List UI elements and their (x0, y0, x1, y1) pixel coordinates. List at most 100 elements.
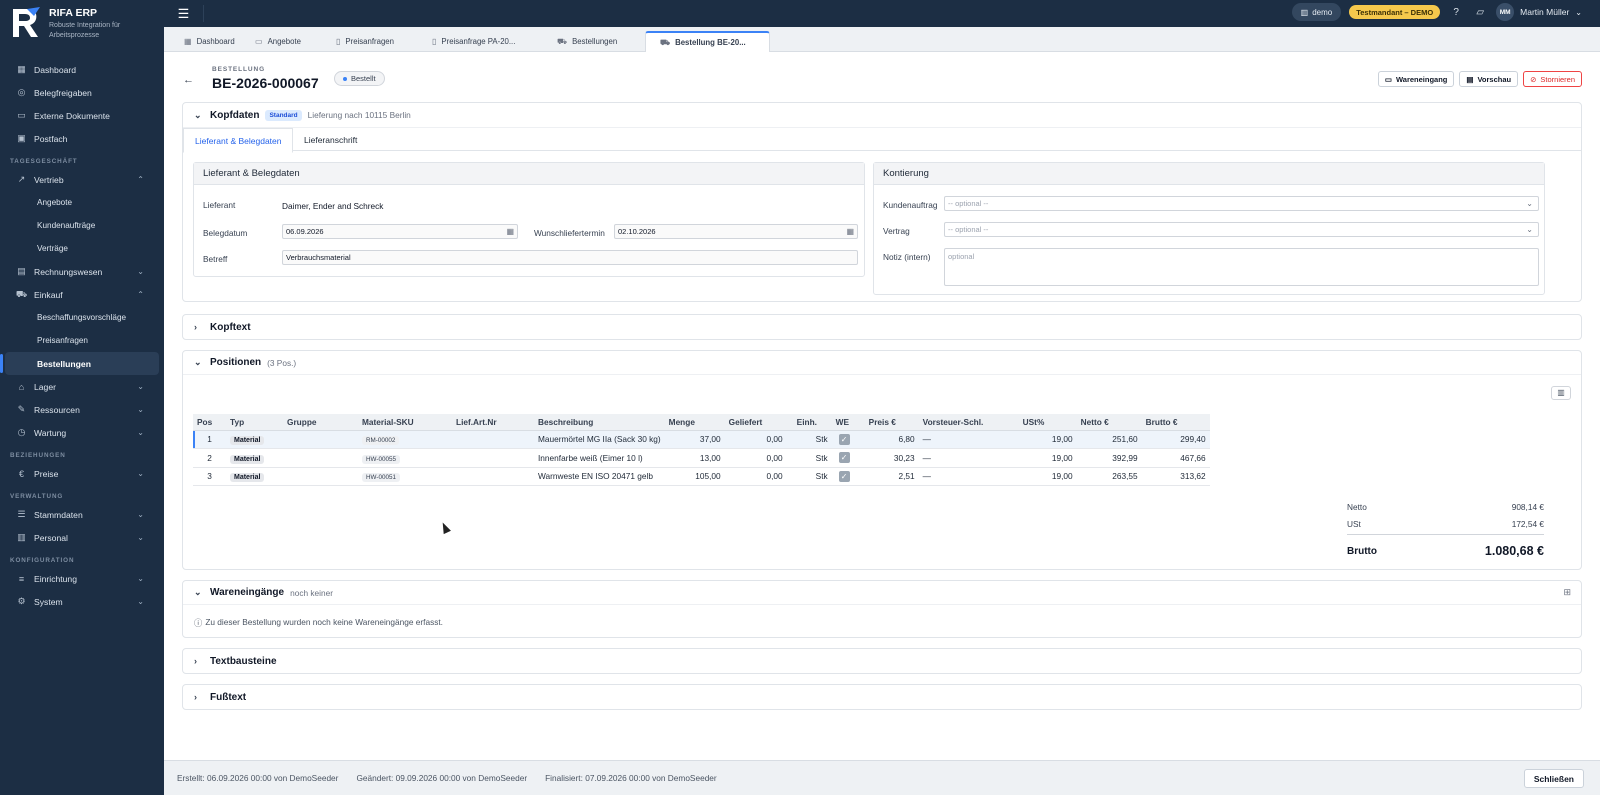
grid-icon: ▦ (17, 64, 26, 74)
sidebar-item-einrichtung[interactable]: ≡ Einrichtung ⌄ (0, 567, 164, 590)
add-wareneingang-icon[interactable]: ⊞ (1563, 587, 1571, 598)
table-row[interactable]: 1 Material RM-00002 Mauermörtel MG IIa (… (193, 430, 1210, 449)
tab-angebote[interactable]: ▭ Angebote (241, 31, 321, 52)
sku-tag[interactable]: RM-00002 (362, 436, 400, 446)
textbausteine-card[interactable]: › Textbausteine (182, 648, 1582, 674)
col-ust[interactable]: USt% (1018, 414, 1077, 431)
warehouse-icon: ⌂ (18, 381, 25, 392)
wunschliefertermin-input[interactable]: 02.10.2026 ▦ (614, 224, 858, 239)
vorschau-button[interactable]: ▤ Vorschau (1459, 71, 1519, 87)
sidebar-item-preise[interactable]: € Preise ⌄ (0, 462, 164, 485)
main-content: ← BESTELLUNG BE-2026-000067 Bestellt ▭ Wa… (164, 52, 1600, 760)
col-geliefert[interactable]: Geliefert (724, 414, 787, 431)
help-icon[interactable]: ? (1448, 7, 1464, 18)
sidebar-item-ressourcen[interactable]: ✎ Ressourcen ⌄ (0, 398, 164, 421)
checkbox-checked-icon[interactable]: ✓ (838, 433, 850, 445)
table-row[interactable]: 2 Material HW-00055 Innenfarbe weiß (Eim… (193, 448, 1210, 468)
brand[interactable]: RIFA ERP Robuste Integration für Arbeits… (0, 0, 164, 46)
kopftext-card[interactable]: › Kopftext (182, 314, 1582, 340)
col-lief-art-nr[interactable]: Lief.Art.Nr (452, 414, 534, 431)
sidebar-item-system[interactable]: ⚙ System ⌄ (0, 590, 164, 613)
tab-preisanfragen[interactable]: ▯ Preisanfragen (322, 31, 417, 52)
calendar-icon[interactable]: ▦ (506, 227, 514, 236)
sidebar-item-personal[interactable]: ▥ Personal ⌄ (0, 526, 164, 549)
tab-preisanfrage-detail[interactable]: ▯ Preisanfrage PA-20... (418, 31, 542, 52)
sidebar-item-bestellungen[interactable]: Bestellungen (0, 352, 159, 375)
col-pos[interactable]: Pos (193, 414, 226, 431)
sku-tag[interactable]: HW-00051 (362, 473, 400, 483)
sidebar-item-stammdaten[interactable]: ☰ Stammdaten ⌄ (0, 503, 164, 526)
sidebar-item-vertraege[interactable]: Verträge (0, 237, 164, 260)
tab-bestellungen[interactable]: ⛟ Bestellungen (543, 31, 633, 52)
col-netto[interactable]: Netto € (1076, 414, 1142, 431)
tools-icon: ✎ (17, 404, 26, 414)
belegdatum-input[interactable]: 06.09.2026 ▦ (282, 224, 518, 239)
col-sku[interactable]: Material-SKU (358, 414, 452, 431)
col-we[interactable]: WE (831, 414, 857, 431)
calendar-icon[interactable]: ▦ (846, 227, 854, 236)
sidebar-item-preisanfragen[interactable]: Preisanfragen (0, 329, 164, 352)
sidebar-item-dashboard[interactable]: ▦ Dashboard (0, 58, 164, 81)
sidebar-item-rechnungswesen[interactable]: ▤ Rechnungswesen ⌄ (0, 260, 164, 283)
fusstext-card[interactable]: › Fußtext (182, 684, 1582, 710)
back-arrow-icon[interactable]: ← (183, 74, 194, 86)
columns-toggle-icon[interactable]: ▥ (1551, 386, 1571, 400)
chat-icon[interactable]: ▱ (1472, 7, 1488, 18)
col-typ[interactable]: Typ (226, 414, 283, 431)
wareneingaenge-header[interactable]: ⌄ Wareneingänge noch keiner (183, 581, 1581, 605)
wareneingang-label: Wareneingang (1395, 74, 1448, 84)
environment-badge: Testmandant – DEMO (1349, 5, 1441, 19)
sidebar-item-lager[interactable]: ⌂ Lager ⌄ (0, 375, 164, 398)
notiz-textarea[interactable]: optional (944, 248, 1539, 286)
sidebar-item-angebote[interactable]: Angebote (0, 191, 164, 214)
table-row[interactable]: 3 Material HW-00051 Warnweste EN ISO 204… (193, 467, 1210, 486)
cell-vorsteuer: — (918, 467, 1019, 486)
calculator-icon: ▤ (17, 266, 26, 276)
sidebar-item-externe-dokumente[interactable]: ▭ Externe Dokumente (0, 104, 164, 127)
sidebar-item-label: Dashboard (34, 64, 77, 75)
sidebar-item-wartung[interactable]: ◷ Wartung ⌄ (0, 421, 164, 444)
user-menu[interactable]: MM Martin Müller ⌄ (1496, 3, 1582, 21)
stornieren-button[interactable]: ⊘ Stornieren (1523, 71, 1582, 87)
document-icon: ▭ (255, 37, 263, 46)
chevron-down-icon: ⌄ (137, 597, 144, 606)
positionen-header[interactable]: ⌄ Positionen (3 Pos.) (183, 351, 1581, 375)
sidebar-item-postfach[interactable]: ▣ Postfach (0, 127, 164, 150)
cell-ust: 19,00 (1018, 467, 1077, 486)
col-vorsteuer[interactable]: Vorsteuer-Schl. (918, 414, 1019, 431)
lieferant-value[interactable]: Daimer, Ender and Schreck (282, 201, 383, 211)
checkbox-checked-icon[interactable]: ✓ (838, 452, 850, 464)
sku-tag[interactable]: HW-00055 (362, 454, 400, 464)
col-brutto[interactable]: Brutto € (1141, 414, 1210, 431)
col-beschreibung[interactable]: Beschreibung (534, 414, 665, 431)
wareneingang-button[interactable]: ▭ Wareneingang (1377, 71, 1455, 87)
sidebar-item-kundenauftraege[interactable]: Kundenaufträge (0, 214, 164, 237)
tab-bestellung-detail[interactable]: ⛟ Bestellung BE-20... (645, 31, 770, 52)
kopfdaten-header[interactable]: ⌄ Kopfdaten Standard Lieferung nach 10115 B… (183, 103, 1581, 127)
menu-toggle-icon[interactable]: ☰ (164, 5, 204, 22)
sidebar-item-label: Wartung (34, 427, 67, 438)
col-einheit[interactable]: Einh. (786, 414, 832, 431)
subtab-lieferanschrift[interactable]: Lieferanschrift (293, 128, 368, 152)
checkbox-checked-icon[interactable]: ✓ (838, 470, 850, 482)
tenant-switch[interactable]: ▥ demo (1291, 3, 1342, 21)
cell-netto: 392,99 (1076, 448, 1142, 468)
sidebar-item-beschaffungsvorschlaege[interactable]: Beschaffungsvorschläge (0, 306, 164, 329)
close-button[interactable]: Schließen (1523, 769, 1584, 788)
tab-dashboard[interactable]: ▦ Dashboard (170, 31, 240, 52)
col-gruppe[interactable]: Gruppe (283, 414, 358, 431)
kundenauftrag-select[interactable]: -- optional -- ⌄ (944, 196, 1539, 211)
kopftext-header[interactable]: › Kopftext (183, 315, 1581, 339)
netto-label: Netto (1347, 502, 1367, 512)
sidebar-item-einkauf[interactable]: ⛟ Einkauf ⌃ (0, 283, 164, 306)
textbausteine-header[interactable]: › Textbausteine (183, 649, 1581, 673)
sidebar-item-vertrieb[interactable]: ↗ Vertrieb ⌃ (0, 168, 164, 191)
vertrag-select[interactable]: -- optional -- ⌄ (944, 222, 1539, 237)
betreff-input[interactable]: Verbrauchsmaterial (282, 250, 858, 265)
col-menge[interactable]: Menge (664, 414, 725, 431)
fusstext-header[interactable]: › Fußtext (183, 685, 1581, 709)
col-preis[interactable]: Preis € (856, 414, 919, 431)
subtab-lieferant-belegdaten[interactable]: Lieferant & Belegdaten (183, 128, 294, 153)
cell-einheit: Stk (786, 467, 832, 486)
sidebar-item-belegfreigaben[interactable]: ◎ Belegfreigaben (0, 81, 164, 104)
